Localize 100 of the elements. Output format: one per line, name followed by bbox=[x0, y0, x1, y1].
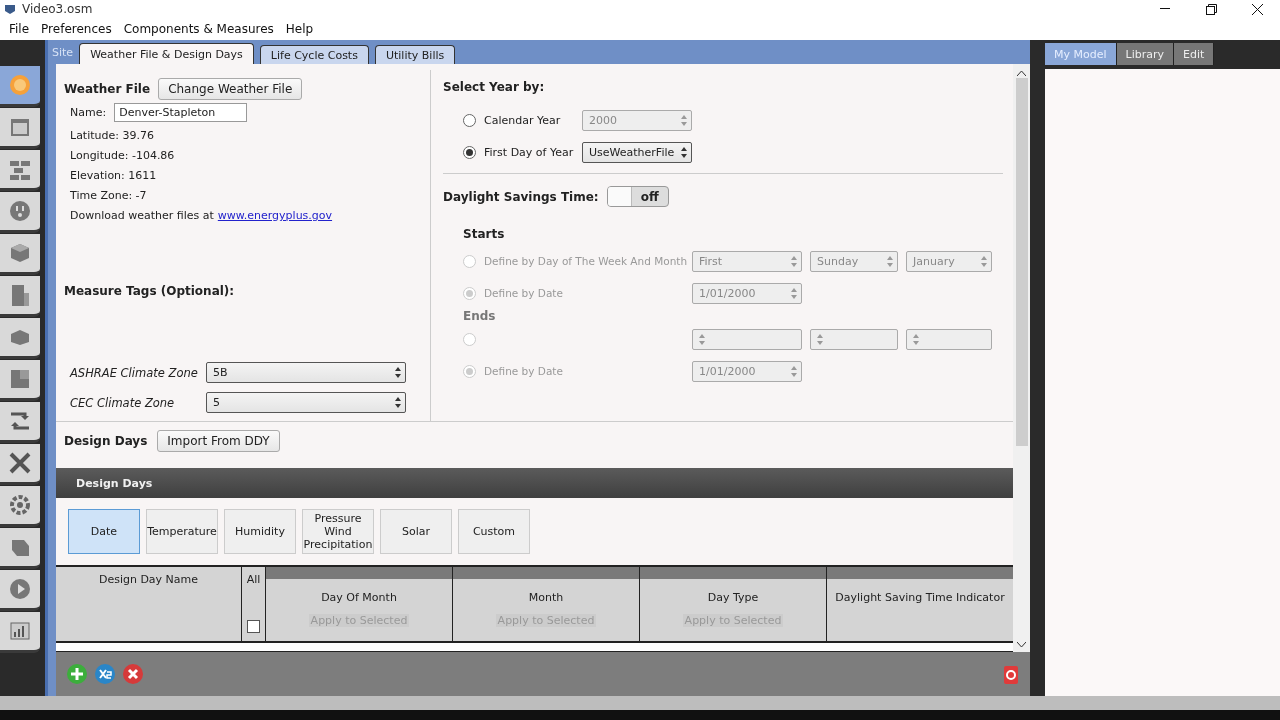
sidebar-button[interactable] bbox=[0, 528, 40, 569]
category-tab[interactable]: Temperature bbox=[146, 509, 218, 554]
menu-item[interactable]: File bbox=[3, 22, 36, 36]
restore-icon[interactable] bbox=[1205, 3, 1217, 15]
category-tab[interactable]: Solar bbox=[380, 509, 452, 554]
spin-arrows-icon bbox=[791, 365, 797, 377]
radio-button[interactable] bbox=[463, 114, 476, 127]
scrollbar-thumb[interactable] bbox=[1015, 78, 1028, 446]
select-all-checkbox[interactable] bbox=[247, 620, 260, 633]
boxes-icon bbox=[9, 368, 31, 390]
spin-arrows-icon bbox=[791, 255, 797, 267]
sidebar-button[interactable] bbox=[0, 570, 40, 611]
section-title: Weather File bbox=[64, 82, 151, 96]
category-tab[interactable]: Pressure Wind Precipitation bbox=[302, 509, 374, 554]
spin-arrows-icon bbox=[791, 287, 797, 299]
column-header: Day Type bbox=[707, 591, 759, 604]
loop-arrows-icon bbox=[8, 410, 32, 432]
sidebar-button[interactable] bbox=[0, 192, 40, 233]
trash-icon[interactable] bbox=[1002, 663, 1020, 685]
sidebar-button[interactable] bbox=[0, 444, 40, 485]
category-tab[interactable]: Custom bbox=[458, 509, 530, 554]
spin-arrows-icon bbox=[887, 255, 893, 267]
option-label: Define by Date bbox=[484, 287, 564, 299]
add-icon[interactable] bbox=[66, 663, 88, 685]
field-label: Name: bbox=[70, 106, 107, 119]
section-title: Measure Tags (Optional): bbox=[64, 284, 236, 298]
section-title: Design Days bbox=[64, 434, 148, 448]
delete-icon[interactable] bbox=[122, 663, 144, 685]
spin-arrows-icon bbox=[817, 333, 823, 345]
crossed-tools-icon bbox=[8, 451, 32, 475]
info-text: Time Zone: -7 bbox=[69, 189, 148, 202]
app-icon bbox=[4, 3, 16, 15]
sidebar-button[interactable] bbox=[0, 276, 40, 317]
spin-arrows-icon bbox=[981, 255, 987, 267]
spin-arrows-icon bbox=[699, 333, 705, 345]
sidebar-button[interactable] bbox=[0, 234, 40, 275]
tab[interactable]: Utility Bills bbox=[374, 45, 456, 64]
section-title: Select Year by: bbox=[443, 80, 546, 94]
radio-button[interactable] bbox=[463, 146, 476, 159]
menu-item[interactable]: Help bbox=[279, 22, 320, 36]
table-row[interactable] bbox=[56, 643, 1013, 652]
tab[interactable]: Edit bbox=[1174, 43, 1215, 65]
menu-item[interactable]: Components & Measures bbox=[117, 22, 280, 36]
option-label: Calendar Year bbox=[484, 114, 562, 127]
category-tab[interactable]: Humidity bbox=[224, 509, 296, 554]
spin-arrows-icon bbox=[913, 333, 919, 345]
column-header: All bbox=[246, 573, 261, 586]
menu-item[interactable]: Preferences bbox=[35, 22, 118, 36]
dropdown[interactable]: 5 bbox=[206, 392, 406, 413]
category-tab[interactable]: Date bbox=[68, 509, 140, 554]
sidebar-button[interactable] bbox=[0, 360, 40, 401]
minimize-icon[interactable] bbox=[1160, 8, 1170, 10]
change-weather-button[interactable]: Change Weather File bbox=[158, 78, 303, 100]
sidebar-button[interactable] bbox=[0, 402, 40, 443]
sidebar-button[interactable] bbox=[0, 66, 40, 107]
sidebar-button[interactable] bbox=[0, 150, 40, 191]
sun-icon bbox=[8, 73, 32, 97]
calendar-icon bbox=[9, 116, 31, 138]
download-text: Download weather files at bbox=[70, 209, 214, 222]
field-label: Daylight Savings Time: bbox=[443, 189, 599, 204]
scroll-down-icon[interactable] bbox=[1017, 642, 1026, 648]
info-text: Longitude: -104.86 bbox=[69, 149, 176, 162]
sidebar-button[interactable] bbox=[0, 612, 40, 653]
toggle-switch[interactable]: off bbox=[606, 186, 669, 207]
section-label: Site bbox=[52, 45, 74, 59]
field-label: CEC Climate Zone bbox=[70, 395, 176, 410]
spin-arrows-icon bbox=[681, 115, 687, 126]
outlet-icon bbox=[8, 199, 32, 223]
building-icon bbox=[9, 283, 31, 307]
dropdown[interactable]: 5B bbox=[206, 362, 406, 383]
sidebar-button[interactable] bbox=[0, 318, 40, 359]
column-header: Daylight Saving Time Indicator bbox=[835, 591, 1005, 604]
column-header: Design Day Name bbox=[98, 573, 199, 586]
dropdown[interactable]: UseWeatherFile bbox=[582, 142, 692, 163]
option-label: Define by Date bbox=[484, 365, 564, 377]
sidebar-button[interactable] bbox=[0, 108, 40, 149]
cube-icon bbox=[9, 242, 31, 264]
spin-arrows-icon bbox=[395, 367, 401, 378]
subsection-title: Ends bbox=[462, 309, 497, 323]
scroll-up-icon[interactable] bbox=[1017, 70, 1026, 76]
box-icon bbox=[9, 328, 31, 346]
column-header: Day Of Month bbox=[321, 591, 397, 604]
import-ddy-button[interactable]: Import From DDY bbox=[157, 430, 280, 452]
option-label: First Day of Year bbox=[484, 146, 574, 159]
download-link[interactable]: www.energyplus.gov bbox=[217, 209, 333, 222]
tab[interactable]: Library bbox=[1116, 43, 1174, 65]
column-header: Month bbox=[528, 591, 564, 604]
bricks-icon bbox=[8, 158, 32, 180]
sidebar-button[interactable] bbox=[0, 486, 40, 527]
play-icon bbox=[8, 577, 32, 601]
duplicate-icon[interactable] bbox=[94, 663, 116, 685]
info-text: Latitude: 39.76 bbox=[69, 129, 155, 142]
field-label: ASHRAE Climate Zone bbox=[70, 365, 198, 380]
gear-icon bbox=[8, 493, 32, 517]
close-icon[interactable] bbox=[1251, 3, 1263, 15]
tab[interactable]: Weather File & Design Days bbox=[79, 43, 254, 64]
info-text: Elevation: 1611 bbox=[69, 169, 158, 182]
name-field[interactable]: Denver-Stapleton bbox=[114, 103, 248, 122]
spin-arrows-icon bbox=[681, 147, 687, 158]
tab[interactable]: Life Cycle Costs bbox=[259, 45, 369, 64]
